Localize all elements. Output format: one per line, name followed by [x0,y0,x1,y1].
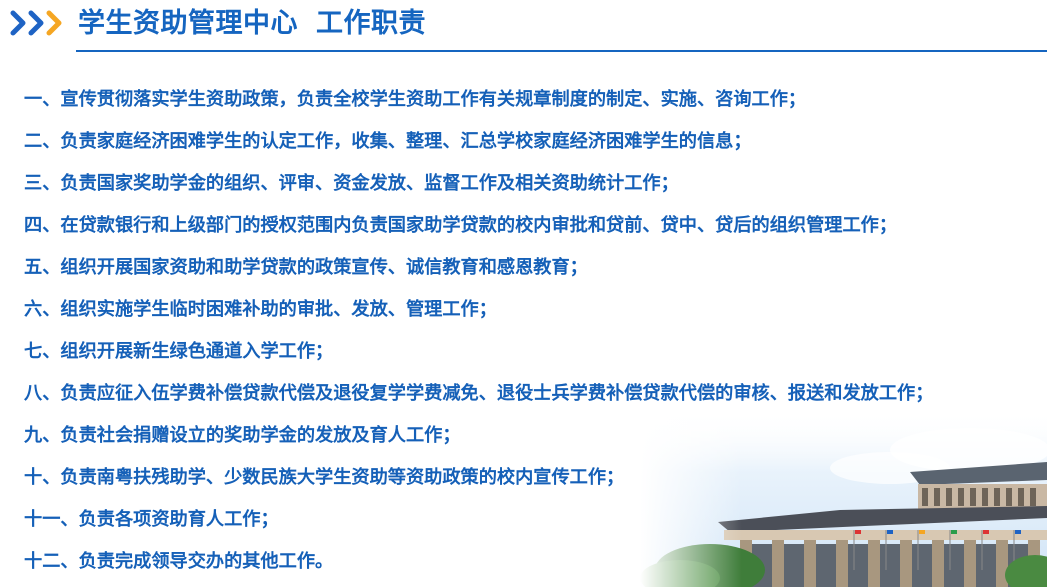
duty-item: 三、负责国家奖助学金的组织、评审、资金发放、监督工作及相关资助统计工作； [24,173,679,194]
duty-item: 十一、负责各项资助育人工作； [24,509,279,530]
page-title-sub: 工作职责 [316,8,426,39]
page-title: 学生资助管理中心 工作职责 [78,4,426,44]
duty-item: 六、组织实施学生临时困难补助的审批、发放、管理工作； [24,299,497,320]
duty-item: 二、负责家庭经济困难学生的认定工作，收集、整理、汇总学校家庭经济困难学生的信息； [24,131,752,152]
duty-item: 十二、负责完成领导交办的其他工作。 [24,551,334,572]
duty-item: 九、负责社会捐赠设立的奖助学金的发放及育人工作； [24,425,461,446]
page-title-main: 学生资助管理中心 [78,8,298,39]
duty-item: 十、负责南粤扶残助学、少数民族大学生资助等资助政策的校内宣传工作； [24,467,625,488]
duty-item: 一、宣传贯彻落实学生资助政策，负责全校学生资助工作有关规章制度的制定、实施、咨询… [24,89,807,110]
duty-item: 八、负责应征入伍学费补偿贷款代偿及退役复学学费减免、退役士兵学费补偿贷款代偿的审… [24,383,934,404]
duty-item: 五、组织开展国家资助和助学贷款的政策宣传、诚信教育和感恩教育； [24,257,588,278]
duty-item: 四、在贷款银行和上级部门的授权范围内负责国家助学贷款的校内审批和贷前、贷中、贷后… [24,215,898,236]
page-header: 学生资助管理中心 工作职责 [0,0,1047,56]
header-divider [76,50,1047,52]
duty-list: 一、宣传贯彻落实学生资助政策，负责全校学生资助工作有关规章制度的制定、实施、咨询… [24,79,1039,583]
duty-item: 七、组织开展新生绿色通道入学工作； [24,341,334,362]
triple-chevron-right-icon [10,10,62,36]
